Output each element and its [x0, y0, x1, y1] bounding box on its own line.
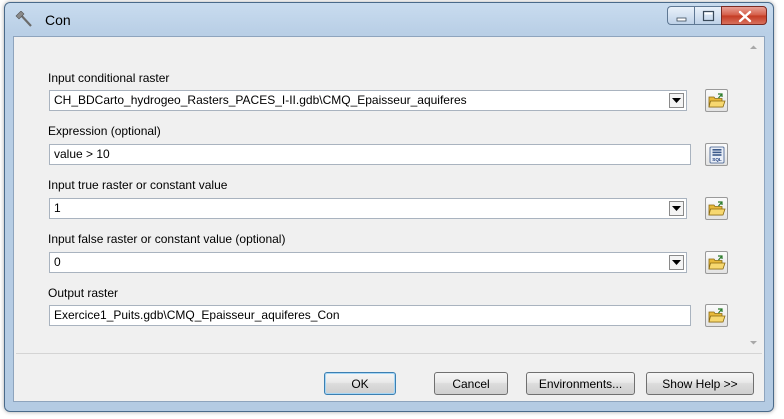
- open-folder-icon: [708, 93, 726, 108]
- open-folder-icon: [708, 308, 726, 323]
- svg-text:SQL: SQL: [712, 157, 722, 162]
- chevron-down-icon: [750, 341, 757, 345]
- dialog-window: Con Input conditional raster CH_BDCarto_…: [4, 2, 774, 412]
- output-raster-value: Exercice1_Puits.gdb\CMQ_Epaisseur_aquife…: [54, 308, 340, 322]
- input-false-value: 0: [54, 255, 61, 269]
- scroll-down-arrow[interactable]: [745, 334, 762, 351]
- sql-query-builder-button[interactable]: SQL: [705, 143, 728, 166]
- output-raster-label: Output raster: [48, 286, 119, 300]
- close-button[interactable]: [721, 6, 767, 25]
- browse-input-conditional-button[interactable]: [705, 89, 728, 112]
- dialog-client-area: Input conditional raster CH_BDCarto_hydr…: [13, 36, 765, 402]
- window-controls: [667, 6, 767, 26]
- expression-input[interactable]: value > 10: [49, 144, 691, 165]
- input-conditional-dropdown-button[interactable]: [669, 93, 684, 108]
- input-conditional-combobox[interactable]: CH_BDCarto_hydrogeo_Rasters_PACES_I-II.g…: [49, 90, 687, 111]
- button-area-separator: [16, 353, 762, 354]
- chevron-down-icon: [672, 260, 681, 265]
- expression-value: value > 10: [54, 147, 110, 161]
- input-false-combobox[interactable]: 0: [49, 252, 687, 273]
- open-folder-icon: [708, 201, 726, 216]
- input-true-combobox[interactable]: 1: [49, 198, 687, 219]
- sql-query-icon: SQL: [709, 146, 725, 164]
- parameters-panel: Input conditional raster CH_BDCarto_hydr…: [16, 39, 762, 351]
- input-false-dropdown-button[interactable]: [669, 255, 684, 270]
- ok-button[interactable]: OK: [324, 372, 396, 395]
- show-help-button[interactable]: Show Help >>: [646, 372, 754, 395]
- input-conditional-label: Input conditional raster: [48, 71, 170, 85]
- open-folder-icon: [708, 255, 726, 270]
- chevron-down-icon: [672, 98, 681, 103]
- input-false-label: Input false raster or constant value (op…: [48, 232, 286, 246]
- minimize-icon: [676, 17, 687, 22]
- environments-button[interactable]: Environments...: [526, 372, 635, 395]
- output-raster-input[interactable]: Exercice1_Puits.gdb\CMQ_Epaisseur_aquife…: [49, 305, 691, 326]
- scroll-up-arrow[interactable]: [745, 39, 762, 56]
- close-icon: [738, 10, 752, 23]
- vertical-scrollbar[interactable]: [745, 39, 762, 351]
- input-true-value: 1: [54, 201, 61, 215]
- chevron-up-icon: [750, 45, 757, 49]
- browse-input-false-button[interactable]: [705, 251, 728, 274]
- expression-label: Expression (optional): [48, 124, 161, 138]
- cancel-button[interactable]: Cancel: [434, 372, 508, 395]
- chevron-down-icon: [672, 206, 681, 211]
- input-conditional-value: CH_BDCarto_hydrogeo_Rasters_PACES_I-II.g…: [54, 93, 467, 107]
- browse-input-true-button[interactable]: [705, 197, 728, 220]
- maximize-button[interactable]: [694, 6, 721, 25]
- input-true-dropdown-button[interactable]: [669, 201, 684, 216]
- minimize-button[interactable]: [667, 6, 694, 25]
- maximize-icon: [702, 10, 715, 22]
- hammer-icon: [15, 10, 35, 29]
- title-bar[interactable]: Con: [5, 3, 773, 35]
- browse-output-raster-button[interactable]: [705, 304, 728, 327]
- window-title: Con: [45, 12, 71, 28]
- input-true-label: Input true raster or constant value: [48, 178, 228, 192]
